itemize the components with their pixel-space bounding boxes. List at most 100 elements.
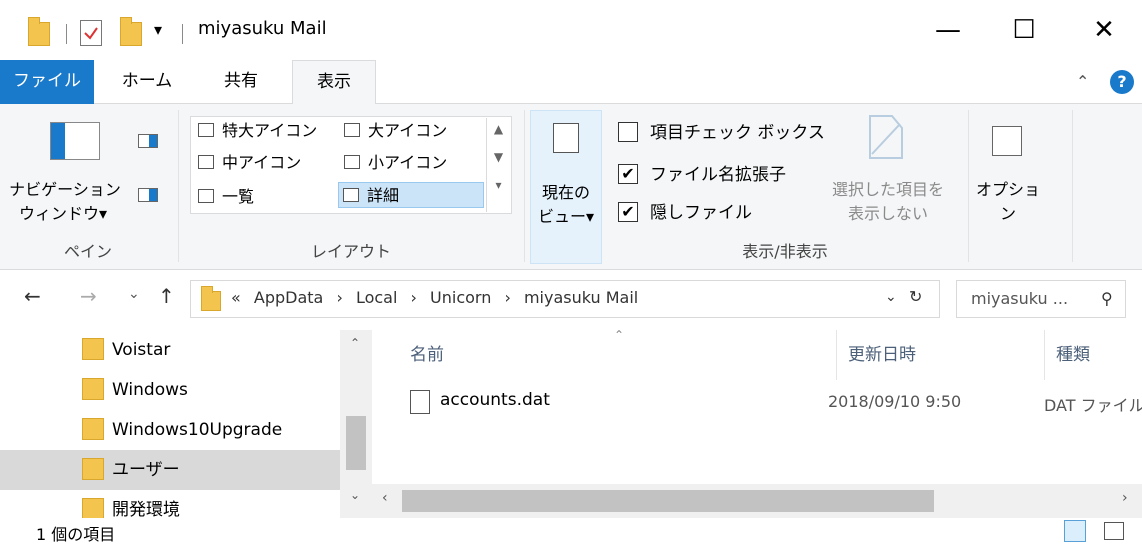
hscroll-thumb[interactable] bbox=[402, 490, 934, 512]
navigation-pane-label-2[interactable]: ウィンドウ▾ bbox=[0, 200, 126, 224]
column-divider[interactable] bbox=[1044, 330, 1045, 380]
nav-scrollbar[interactable]: ⌃ ⌄ bbox=[340, 330, 372, 518]
current-view-label: 現在の bbox=[541, 183, 590, 202]
up-arrow-icon[interactable]: ↑ bbox=[158, 284, 175, 308]
customize-qat-icon[interactable]: ▾ bbox=[154, 20, 162, 39]
explorer-window: ▾ miyasuku Mail — ☐ ✕ ファイル ホーム 共有 表示 ⌃ ?… bbox=[0, 0, 1142, 545]
overflow-chevron[interactable]: « bbox=[231, 288, 241, 307]
tab-view[interactable]: 表示 bbox=[292, 60, 376, 105]
hide-selected-button-2: 表示しない bbox=[847, 204, 928, 223]
crumb-unicorn[interactable]: Unicorn bbox=[430, 288, 491, 307]
column-divider[interactable] bbox=[836, 330, 837, 380]
title-bar: ▾ miyasuku Mail — ☐ ✕ bbox=[0, 0, 1142, 60]
crumb-miyasuku-mail[interactable]: miyasuku Mail bbox=[524, 288, 638, 307]
file-list-hscrollbar[interactable]: ‹ › bbox=[372, 484, 1142, 518]
crumb-separator[interactable]: › bbox=[336, 288, 342, 307]
address-bar[interactable]: « AppData › Local › Unicorn › miyasuku M… bbox=[190, 280, 940, 318]
crumb-appdata[interactable]: AppData bbox=[254, 288, 323, 307]
extra-large-icons-icon bbox=[198, 123, 214, 137]
group-divider bbox=[1072, 110, 1073, 262]
folder-icon bbox=[82, 498, 104, 518]
layout-details[interactable]: 詳細 bbox=[338, 182, 484, 208]
group-divider bbox=[968, 110, 969, 262]
layout-gallery-scroll[interactable]: ▲ ▼ ▾ bbox=[486, 118, 510, 212]
nav-item-dev-env[interactable]: 開発環境 bbox=[0, 490, 340, 518]
forward-arrow-icon[interactable]: → bbox=[80, 284, 97, 308]
sort-by-icon bbox=[553, 123, 579, 153]
crumb-separator[interactable]: › bbox=[411, 288, 417, 307]
refresh-icon[interactable]: ↻ bbox=[909, 287, 922, 306]
file-type: DAT ファイル bbox=[1044, 396, 1142, 415]
item-count: 1 個の項目 bbox=[36, 525, 116, 544]
tab-file[interactable]: ファイル bbox=[0, 60, 94, 104]
current-view-label-2: ビュー▾ bbox=[537, 207, 595, 226]
column-header-modified[interactable]: 更新日時 bbox=[848, 340, 916, 365]
minimize-button[interactable]: — bbox=[918, 8, 978, 52]
group-divider bbox=[524, 110, 525, 262]
search-icon[interactable]: ⚲ bbox=[1101, 281, 1113, 317]
file-icon bbox=[410, 390, 430, 414]
details-view-icon[interactable] bbox=[1064, 520, 1086, 542]
maximize-button[interactable]: ☐ bbox=[994, 8, 1054, 52]
details-pane-icon[interactable] bbox=[138, 188, 158, 202]
scroll-thumb[interactable] bbox=[346, 416, 366, 470]
ribbon: ナビゲーション ウィンドウ▾ ペイン 特大アイコン 大アイコン 中アイコン 小ア… bbox=[0, 104, 1142, 270]
address-dropdown-icon[interactable]: ⌄ bbox=[885, 289, 897, 305]
column-header-type[interactable]: 種類 bbox=[1056, 340, 1090, 365]
layout-list[interactable]: 一覧 bbox=[194, 184, 254, 210]
item-checkboxes-checkbox[interactable] bbox=[618, 122, 638, 142]
group-divider bbox=[178, 110, 179, 262]
current-view-button[interactable]: 現在の ビュー▾ bbox=[530, 110, 602, 264]
folder-icon bbox=[82, 378, 104, 400]
column-header-name[interactable]: 名前 bbox=[410, 340, 444, 365]
folder-icon bbox=[82, 338, 104, 360]
options-icon[interactable] bbox=[992, 126, 1022, 156]
layout-medium-icons[interactable]: 中アイコン bbox=[194, 150, 301, 176]
nav-item-windows[interactable]: Windows bbox=[0, 370, 340, 410]
navigation-pane-icon[interactable] bbox=[50, 122, 100, 160]
file-row[interactable]: accounts.dat 2018/09/10 9:50 DAT ファイル bbox=[372, 386, 1142, 418]
help-icon[interactable]: ? bbox=[1110, 70, 1134, 94]
nav-item-users[interactable]: ユーザー bbox=[0, 450, 340, 490]
hide-selected-icon bbox=[866, 114, 906, 160]
navigation-pane-label[interactable]: ナビゲーション bbox=[0, 176, 130, 200]
layout-extra-large-icons[interactable]: 特大アイコン bbox=[194, 118, 317, 144]
item-checkboxes-label: 項目チェック ボックス bbox=[650, 123, 825, 143]
close-button[interactable]: ✕ bbox=[1074, 8, 1134, 52]
hidden-items-label: 隠しファイル bbox=[650, 203, 752, 223]
large-icons-view-icon[interactable] bbox=[1104, 522, 1124, 540]
sort-indicator-icon: ⌃ bbox=[614, 328, 625, 342]
properties-icon[interactable] bbox=[80, 20, 102, 46]
file-extensions-checkbox[interactable]: ✔ bbox=[618, 164, 638, 184]
crumb-local[interactable]: Local bbox=[356, 288, 397, 307]
checkmark-icon bbox=[84, 27, 98, 40]
options-button[interactable]: オプション bbox=[970, 176, 1046, 224]
tab-share[interactable]: 共有 bbox=[206, 60, 276, 104]
file-extensions-label: ファイル名拡張子 bbox=[650, 165, 786, 185]
crumb-separator[interactable]: › bbox=[504, 288, 510, 307]
layout-large-icons[interactable]: 大アイコン bbox=[340, 118, 447, 144]
tab-home[interactable]: ホーム bbox=[112, 60, 182, 104]
new-folder-icon[interactable] bbox=[120, 17, 142, 46]
folder-icon bbox=[201, 286, 221, 311]
window-title: miyasuku Mail bbox=[198, 18, 327, 39]
scroll-down-icon[interactable]: ⌄ bbox=[350, 488, 360, 502]
recent-locations-icon[interactable]: ⌄ bbox=[128, 286, 140, 302]
collapse-ribbon-icon[interactable]: ⌃ bbox=[1076, 72, 1089, 91]
file-modified: 2018/09/10 9:50 bbox=[828, 392, 962, 411]
nav-item-windows10upgrade[interactable]: Windows10Upgrade bbox=[0, 410, 340, 450]
scroll-left-icon[interactable]: ‹ bbox=[382, 490, 388, 506]
scroll-right-icon[interactable]: › bbox=[1122, 490, 1128, 506]
details-icon bbox=[343, 188, 359, 202]
file-name: accounts.dat bbox=[440, 390, 550, 410]
layout-small-icons[interactable]: 小アイコン bbox=[340, 150, 447, 176]
back-arrow-icon[interactable]: ← bbox=[24, 284, 41, 308]
hidden-items-checkbox[interactable]: ✔ bbox=[618, 202, 638, 222]
hide-selected-button[interactable]: 選択した項目を bbox=[818, 176, 958, 200]
folder-icon bbox=[82, 458, 104, 480]
search-box[interactable]: miyasuku ... ⚲ bbox=[956, 280, 1126, 318]
preview-pane-icon[interactable] bbox=[138, 134, 158, 148]
nav-item-voistar[interactable]: Voistar bbox=[0, 330, 340, 370]
scroll-up-icon[interactable]: ⌃ bbox=[350, 336, 360, 350]
group-label-pane: ペイン bbox=[63, 242, 112, 261]
